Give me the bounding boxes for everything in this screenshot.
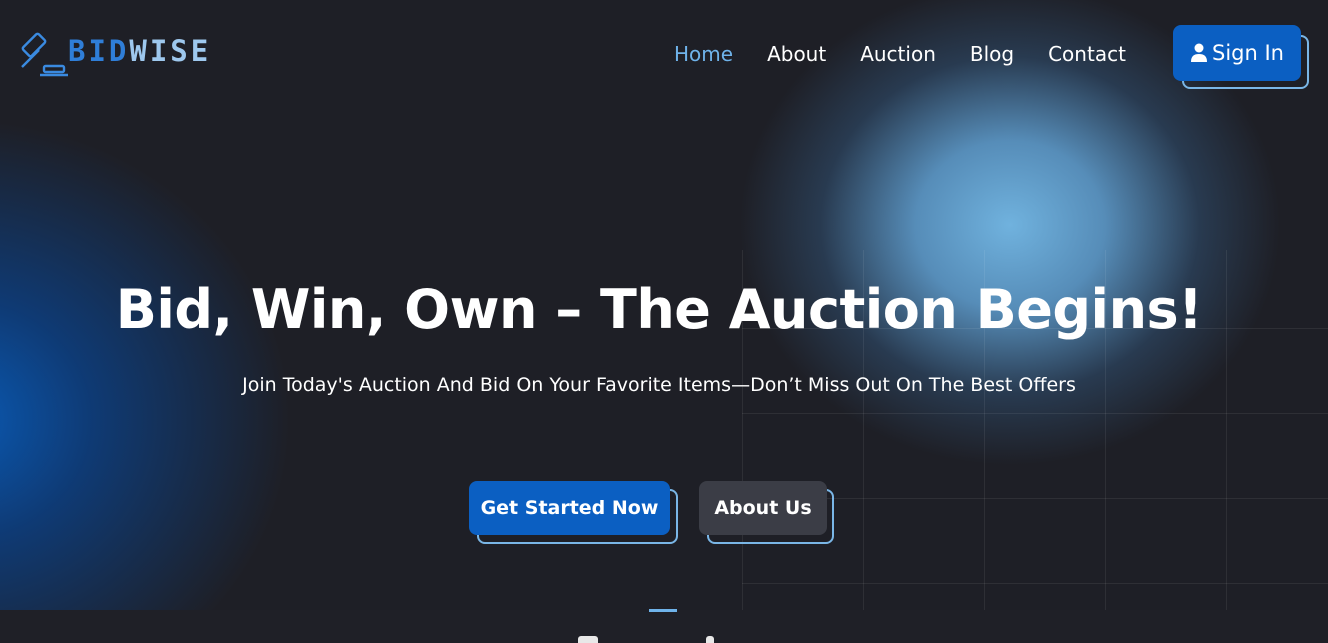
nav-auction[interactable]: Auction	[860, 40, 936, 68]
nav-blog[interactable]: Blog	[970, 40, 1014, 68]
next-section-heading-partial	[572, 636, 722, 643]
about-us-button-group: About Us	[699, 481, 834, 544]
user-icon	[1191, 43, 1207, 62]
nav-home[interactable]: Home	[674, 40, 733, 68]
get-started-button[interactable]: Get Started Now	[469, 481, 670, 535]
gavel-icon	[21, 32, 68, 77]
sign-in-label: Sign In	[1212, 41, 1284, 65]
brand-name: BIDWISE	[68, 34, 211, 68]
brand-name-part1: BID	[68, 34, 130, 68]
hero-subheadline: Join Today's Auction And Bid On Your Fav…	[242, 374, 1076, 396]
get-started-button-group: Get Started Now	[469, 481, 678, 544]
main-nav: Home About Auction Blog Contact	[674, 40, 1160, 68]
nav-about[interactable]: About	[767, 40, 826, 68]
nav-contact[interactable]: Contact	[1048, 40, 1126, 68]
hero-headline: Bid, Win, Own – The Auction Begins!	[115, 278, 1203, 341]
brand-name-part2: WISE	[129, 34, 212, 68]
about-us-button[interactable]: About Us	[699, 481, 827, 535]
scroll-indicator	[649, 609, 677, 612]
sign-in-button[interactable]: Sign In	[1173, 25, 1301, 81]
sign-in-button-group: Sign In	[1173, 25, 1309, 89]
brand-logo[interactable]: BIDWISE	[18, 28, 211, 78]
